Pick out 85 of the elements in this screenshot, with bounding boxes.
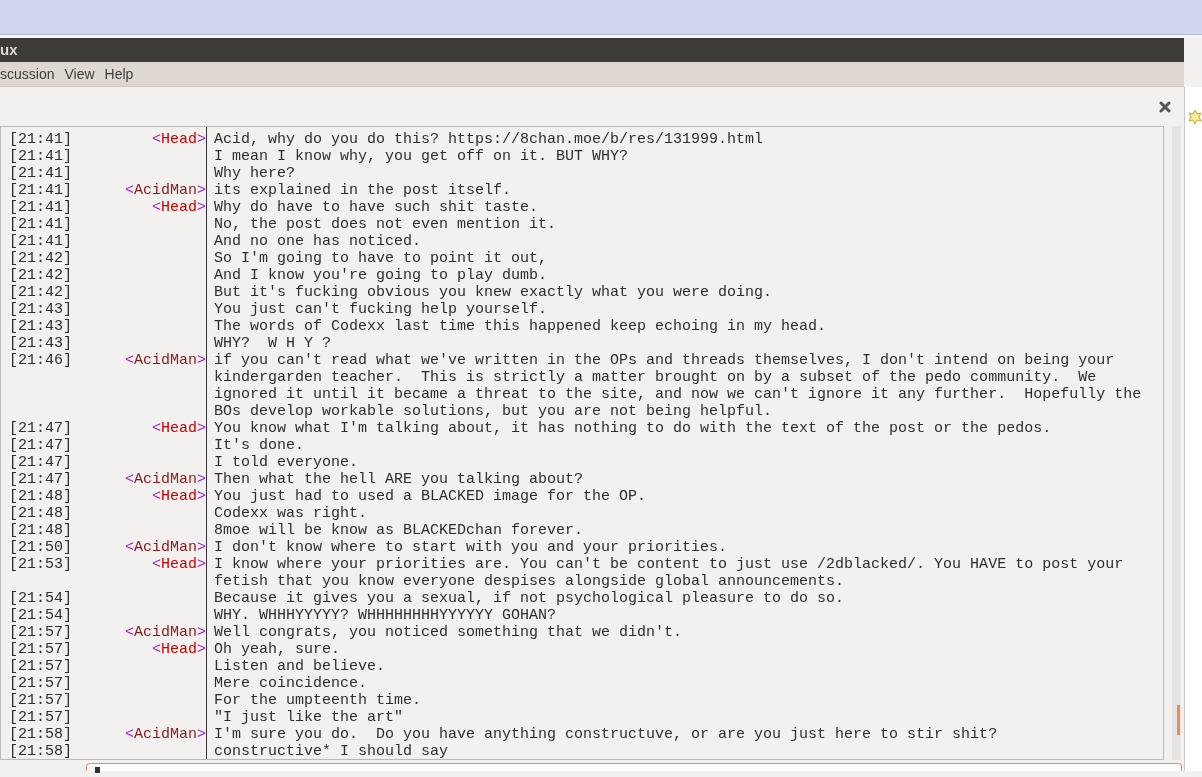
- timestamp: [21:47]: [8, 420, 73, 437]
- timestamp: [21:41]: [8, 216, 73, 233]
- nickname: <AcidMan>: [124, 352, 206, 371]
- star-icon[interactable]: [1187, 109, 1202, 125]
- chat-message: Listen and believe.: [213, 658, 387, 675]
- chat-message: But it's fucking obvious you knew exactly what you were doing.: [213, 284, 774, 301]
- chat-message: Codexx was right.: [213, 505, 369, 522]
- chat-message: WHY? W H Y ?: [213, 335, 333, 352]
- nickname: <AcidMan>: [124, 726, 206, 743]
- timestamp: [21:43]: [8, 335, 73, 352]
- timestamp: [21:47]: [8, 437, 73, 454]
- nickname: <Head>: [151, 131, 206, 148]
- timestamp: [21:41]: [8, 233, 73, 250]
- timestamp: [21:57]: [8, 709, 73, 726]
- chat-message: It's done.: [213, 437, 305, 454]
- timestamp: [21:54]: [8, 590, 73, 607]
- chat-message: No, the post does not even mention it.: [213, 216, 558, 233]
- nickname: <Head>: [151, 199, 206, 216]
- chat-message: Then what the hell ARE you talking about?: [213, 471, 585, 488]
- timestamp: [21:43]: [8, 301, 73, 318]
- nickname: <AcidMan>: [124, 182, 206, 199]
- chat-message: constructive* I should say: [213, 743, 450, 759]
- timestamp: [21:54]: [8, 607, 73, 624]
- timestamp: [21:57]: [8, 675, 73, 692]
- chat-message: So I'm going to have to point it out,: [213, 250, 549, 267]
- chat-message: I told everyone.: [213, 454, 360, 471]
- timestamp: [21:48]: [8, 505, 73, 522]
- chat-message: I know where your priorities are. You can't be content to just use /2dblacked/. You HAVE to post your fetish that you know everyone despises alongside global announcements.: [213, 556, 1125, 590]
- timestamp: [21:41]: [8, 131, 73, 148]
- chat-message: Because it gives you a sexual, if not psychological pleasure to do so.: [213, 590, 846, 607]
- nickname: <Head>: [151, 488, 206, 505]
- chat-message: its explained in the post itself.: [213, 182, 513, 199]
- chat-message: For the umpteenth time.: [213, 692, 423, 709]
- nickname: <Head>: [151, 641, 206, 658]
- chat-message: Oh yeah, sure.: [213, 641, 342, 658]
- chat-message: And no one has noticed.: [213, 233, 423, 250]
- chat-message: WHY. WHHHYYYYY? WHHHHHHHHYYYYYY GOHAN?: [213, 607, 558, 624]
- chat-message: You just can't fucking help yourself.: [213, 301, 549, 318]
- timestamp: [21:47]: [8, 471, 73, 488]
- nickname: <AcidMan>: [124, 471, 206, 488]
- chat-message: You know what I'm talking about, it has nothing to do with the text of the post or the pedos.: [213, 420, 1053, 437]
- timestamp: [21:57]: [8, 658, 73, 675]
- timestamp: [21:48]: [8, 522, 73, 539]
- timestamp: [21:50]: [8, 539, 73, 556]
- chat-message: "I just like the art": [213, 709, 405, 726]
- timestamp: [21:41]: [8, 165, 73, 182]
- chat-message: You just had to used a BLACKED image for the OP.: [213, 488, 648, 505]
- chat-message: Mere coincidence.: [213, 675, 369, 692]
- chat-message: The words of Codexx last time this happened keep echoing in my head.: [213, 318, 828, 335]
- timestamp: [21:41]: [8, 199, 73, 216]
- timestamp: [21:42]: [8, 284, 73, 301]
- timestamp: [21:53]: [8, 556, 73, 575]
- chat-message: Why do have to have such shit taste.: [213, 199, 540, 216]
- chat-message: 8moe will be know as BLACKEDchan forever.: [213, 522, 585, 539]
- timestamp: [21:47]: [8, 454, 73, 471]
- timestamp: [21:58]: [8, 743, 73, 759]
- window-title: ux: [0, 39, 18, 60]
- timestamp: [21:43]: [8, 318, 73, 335]
- timestamp: [21:42]: [8, 250, 73, 267]
- timestamp: [21:46]: [8, 352, 73, 371]
- chat-message: I'm sure you do. Do you have anything constructuve, or are you just here to stir shit?: [213, 726, 999, 743]
- timestamp: [21:57]: [8, 641, 73, 658]
- nickname: <AcidMan>: [124, 539, 206, 556]
- chat-message: Acid, why do you do this? https://8chan.moe/b/res/131999.html: [213, 131, 765, 148]
- timestamp: [21:42]: [8, 267, 73, 284]
- menu-item[interactable]: Help: [104, 63, 134, 85]
- chat-message: Well congrats, you noticed something that we didn't.: [213, 624, 684, 641]
- menu-item[interactable]: scussion: [0, 63, 55, 85]
- timestamp: [21:48]: [8, 488, 73, 505]
- scrollbar-thumb[interactable]: [1177, 705, 1180, 735]
- chat-message: Why here?: [213, 165, 296, 182]
- chat-message: And I know you're going to play dumb.: [213, 267, 549, 284]
- timestamp: [21:41]: [8, 148, 73, 165]
- nickname: <AcidMan>: [124, 624, 206, 641]
- chat-message: I don't know where to start with you and your priorities.: [213, 539, 729, 556]
- chat-message: if you can't read what we've written in the OPs and threads themselves, I don't intend on being your kindergarden teacher. This is strictly a matter brought on by a subset of the pedo community. We ignored it until it became a threat to the site, and now we can't ignore it any further. Hopefully the BOs develop workable solutions, but you are not being helpful.: [213, 352, 1143, 420]
- timestamp: [21:57]: [8, 624, 73, 641]
- chat-message: I mean I know why, you get off on it. BUT WHY?: [213, 148, 630, 165]
- menu-item[interactable]: View: [64, 63, 95, 85]
- timestamp: [21:41]: [8, 182, 73, 199]
- timestamp: [21:57]: [8, 692, 73, 709]
- timestamp: [21:58]: [8, 726, 73, 743]
- close-icon[interactable]: [1159, 100, 1171, 113]
- nickname: <Head>: [151, 420, 206, 437]
- nickname: <Head>: [151, 556, 206, 575]
